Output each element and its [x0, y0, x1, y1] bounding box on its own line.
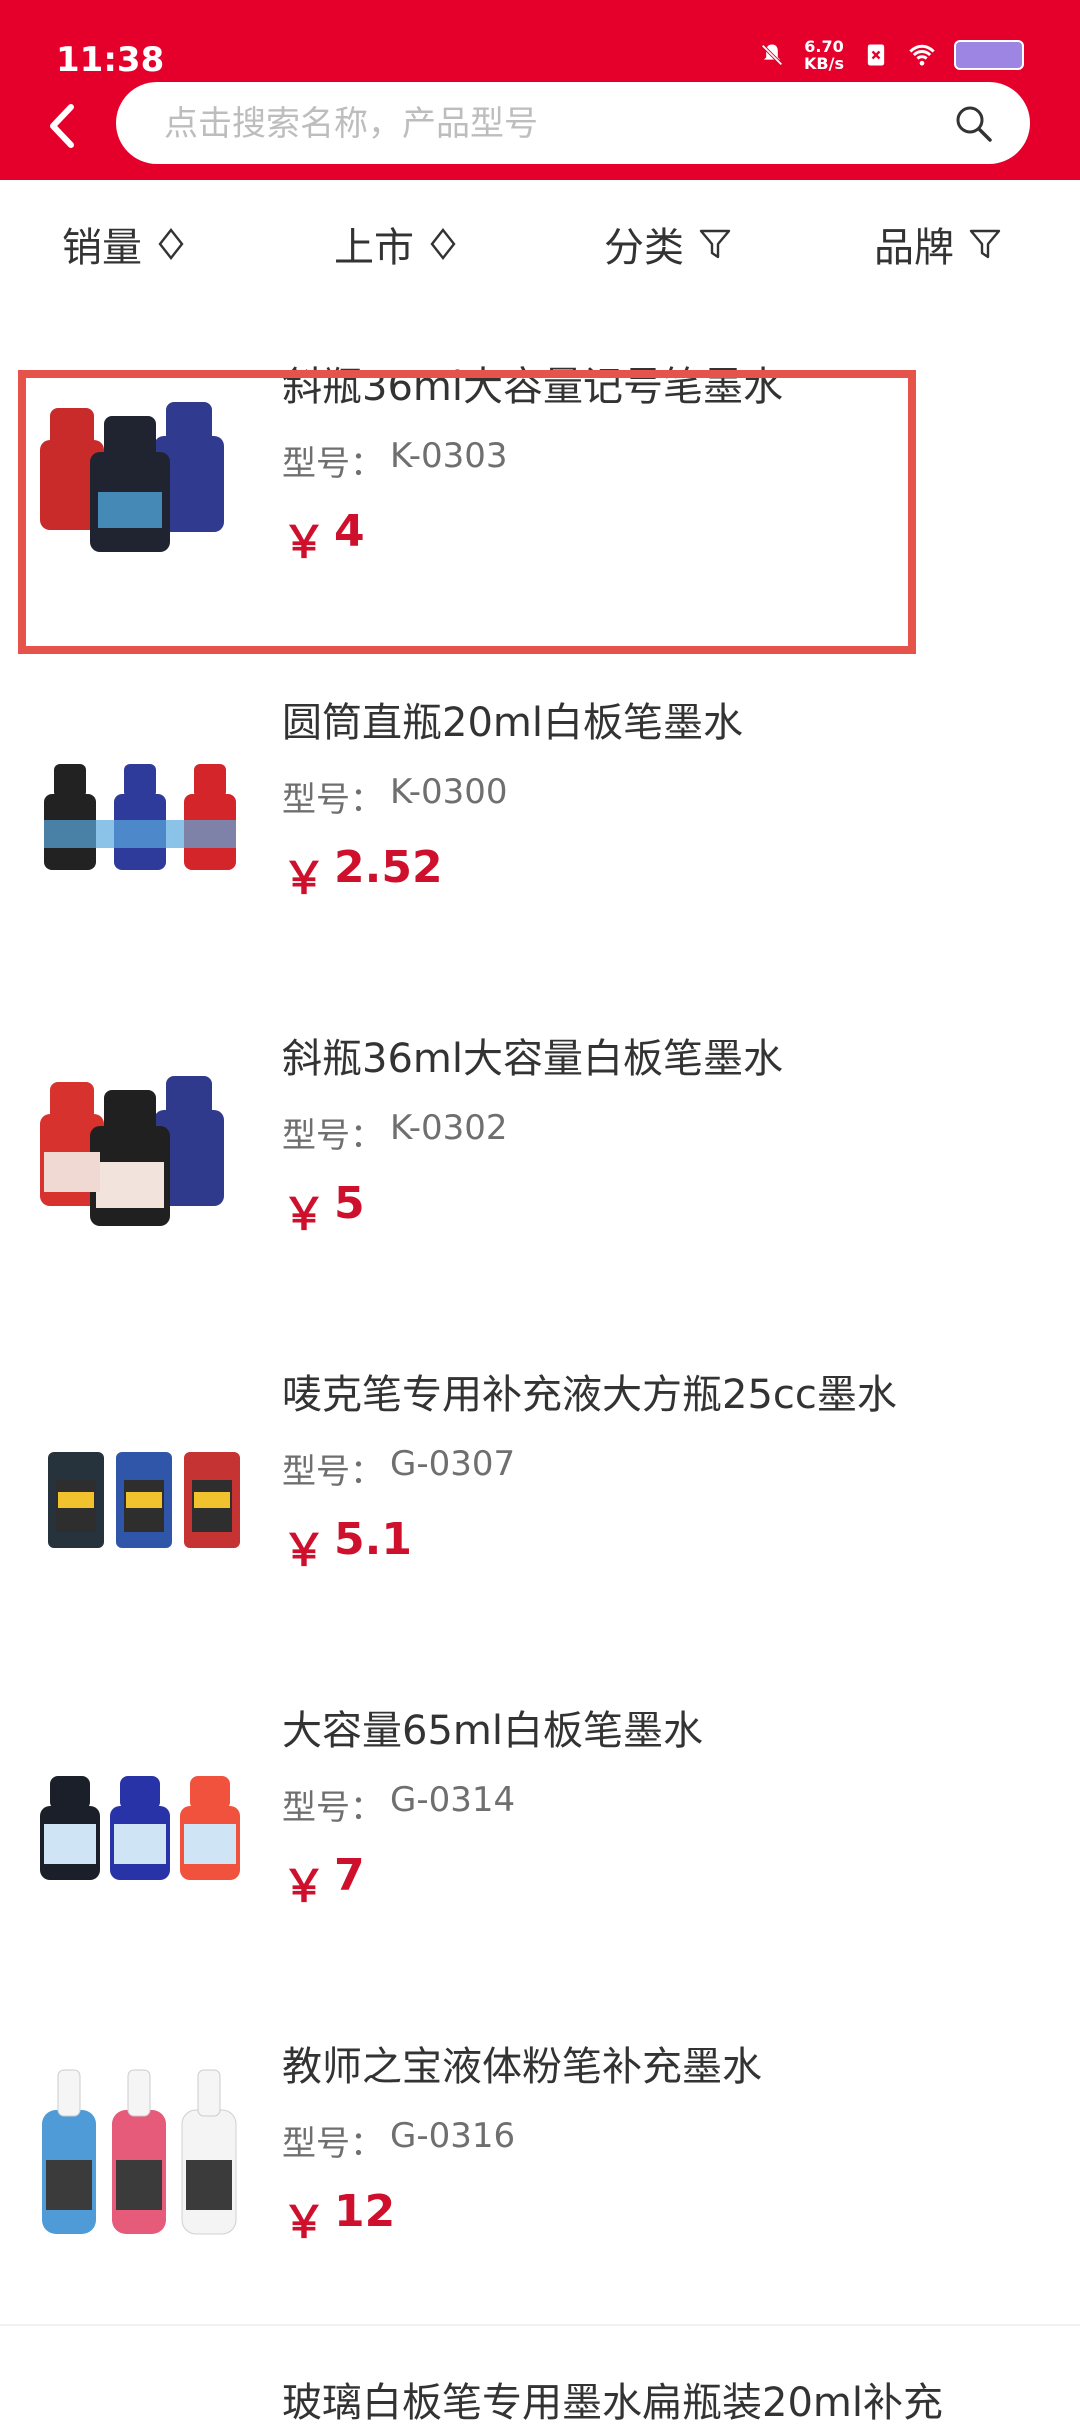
product-model: 型号： K-0302	[282, 1108, 508, 1157]
product-model: 型号： G-0316	[282, 2116, 515, 2165]
search-icon[interactable]	[952, 102, 996, 146]
filter-brand-label: 品牌	[874, 225, 954, 271]
product-item[interactable]: 斜瓶36ml大容量白板笔墨水 型号： K-0302 ￥ 5	[0, 980, 1080, 1318]
product-price: ￥ 7	[282, 1850, 365, 1914]
sort-diamond-icon	[158, 228, 184, 260]
filter-release[interactable]: 上市	[334, 216, 458, 272]
back-button[interactable]	[38, 96, 86, 156]
currency-symbol: ￥	[282, 1525, 326, 1576]
product-model: 型号： G-0314	[282, 1780, 515, 1829]
product-price: ￥ 5.1	[282, 1514, 412, 1578]
product-model: 型号： G-0307	[282, 1444, 515, 1493]
product-item[interactable]: 教师之宝液体粉笔补充墨水 型号： G-0316 ￥ 12	[0, 1988, 1080, 2326]
filter-sales-label: 销量	[62, 225, 142, 271]
filter-sales[interactable]: 销量	[62, 216, 186, 272]
filter-category[interactable]: 分类	[604, 216, 732, 272]
product-name: 唛克笔专用补充液大方瓶25cc墨水	[282, 1372, 897, 1418]
chevron-left-icon	[50, 104, 74, 148]
model-value: G-0316	[390, 2116, 516, 2156]
mute-bell-icon	[761, 44, 783, 66]
search-bar[interactable]	[116, 82, 1030, 164]
product-name: 大容量65ml白板笔墨水	[282, 1708, 703, 1754]
price-value: 5	[334, 1178, 365, 1229]
currency-symbol: ￥	[282, 517, 326, 568]
currency-symbol: ￥	[282, 1861, 326, 1912]
product-model: 型号： K-0303	[282, 436, 508, 485]
model-value: G-0307	[390, 1444, 516, 1484]
product-name: 斜瓶36ml大容量白板笔墨水	[282, 1036, 783, 1082]
model-label: 型号：	[282, 1452, 384, 1492]
model-value: G-0314	[390, 1780, 516, 1820]
product-item[interactable]: 圆筒直瓶20ml白板笔墨水 型号： K-0300 ￥ 2.52	[0, 644, 1080, 982]
product-name: 教师之宝液体粉笔补充墨水	[282, 2044, 762, 2090]
product-model: 型号： K-0300	[282, 772, 508, 821]
product-item[interactable]: 唛克笔专用补充液大方瓶25cc墨水 型号： G-0307 ￥ 5.1	[0, 1316, 1080, 1654]
price-value: 7	[334, 1850, 365, 1901]
product-item[interactable]: 斜瓶36ml大容量记号笔墨水 型号： K-0303 ￥ 4	[0, 308, 1080, 646]
filter-release-label: 上市	[334, 225, 414, 271]
model-label: 型号：	[282, 2124, 384, 2164]
model-value: K-0302	[390, 1108, 508, 1148]
model-label: 型号：	[282, 1788, 384, 1828]
ink-bottles-thumbnail	[40, 1076, 224, 1226]
ink-bottles-thumbnail	[40, 1776, 240, 1880]
model-value: K-0303	[390, 436, 508, 476]
header-bar: 11:38 6.70 KB/s	[0, 0, 1080, 180]
product-name: 圆筒直瓶20ml白板笔墨水	[282, 700, 743, 746]
battery-icon	[954, 40, 1024, 70]
currency-symbol: ￥	[282, 853, 326, 904]
filter-bar: 销量 上市 分类 品牌	[0, 180, 1080, 310]
ink-bottles-thumbnail	[48, 1452, 240, 1548]
status-time: 11:38	[56, 40, 165, 80]
product-price: ￥ 4	[282, 506, 365, 570]
network-speed: 6.70 KB/s	[804, 38, 844, 72]
price-value: 5.1	[334, 1514, 412, 1565]
product-item[interactable]: 大容量65ml白板笔墨水 型号： G-0314 ￥ 7	[0, 1652, 1080, 1990]
filter-category-label: 分类	[604, 225, 684, 271]
model-value: K-0300	[390, 772, 508, 812]
price-value: 2.52	[334, 842, 443, 893]
product-name-partial[interactable]: 玻璃白板笔专用墨水扁瓶装20ml补充	[282, 2370, 1042, 2428]
currency-symbol: ￥	[282, 1189, 326, 1240]
model-label: 型号：	[282, 1116, 384, 1156]
model-label: 型号：	[282, 444, 384, 484]
no-sim-icon	[867, 44, 885, 66]
status-bar: 11:38 6.70 KB/s	[0, 0, 1080, 80]
sort-diamond-icon	[430, 228, 456, 260]
currency-symbol: ￥	[282, 2197, 326, 2248]
filter-brand[interactable]: 品牌	[874, 216, 1002, 272]
network-speed-value: 6.70	[804, 37, 844, 56]
status-icons: 6.70 KB/s	[758, 38, 1024, 72]
search-input[interactable]	[162, 94, 926, 154]
network-speed-unit: KB/s	[804, 54, 844, 73]
product-price: ￥ 5	[282, 1178, 365, 1242]
ink-bottles-thumbnail	[40, 402, 224, 552]
product-price: ￥ 12	[282, 2186, 395, 2250]
price-value: 4	[334, 506, 365, 557]
product-name: 斜瓶36ml大容量记号笔墨水	[282, 364, 783, 410]
price-value: 12	[334, 2186, 396, 2237]
filter-funnel-icon	[969, 229, 1001, 259]
filter-funnel-icon	[699, 229, 731, 259]
ink-bottles-thumbnail	[44, 764, 236, 870]
product-price: ￥ 2.52	[282, 842, 443, 906]
wifi-icon	[909, 44, 935, 66]
ink-bottles-thumbnail	[42, 2069, 237, 2235]
model-label: 型号：	[282, 780, 384, 820]
